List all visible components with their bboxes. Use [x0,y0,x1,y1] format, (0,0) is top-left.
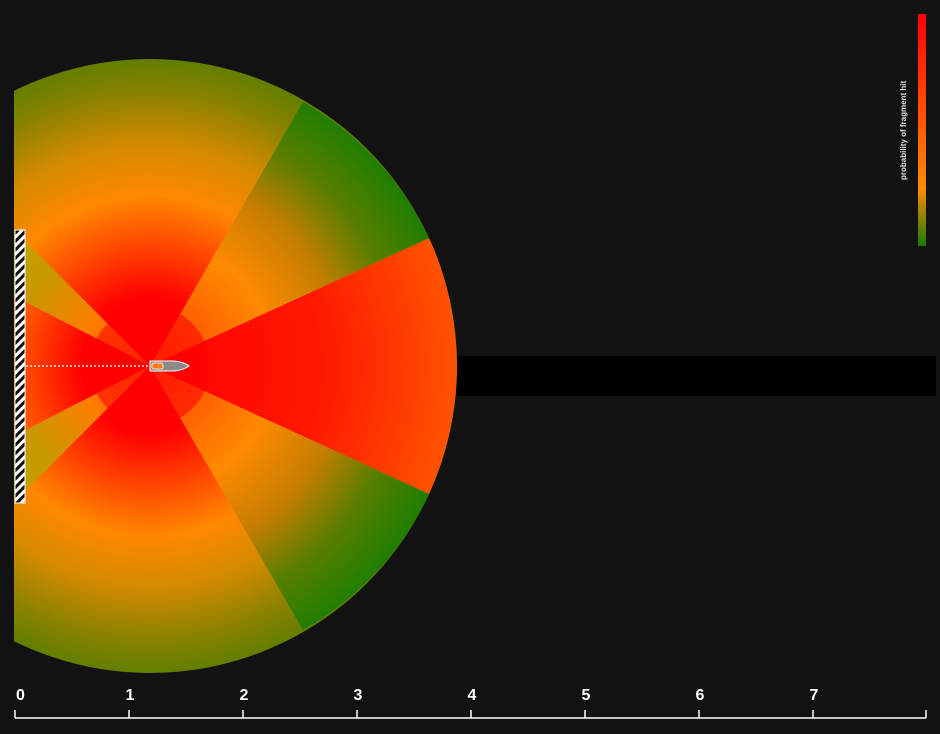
fragment-hit-diagram: probability of fragment hit 0 1 2 3 4 5 6 7 [14,14,936,719]
axis-tick-label: 0 [16,687,25,704]
legend-title: probability of fragment hit [899,81,908,180]
distance-axis: 0 1 2 3 4 5 6 7 [14,687,927,719]
axis-tick-label: 1 [126,687,135,704]
dark-band [456,356,936,396]
legend-color-bar [918,14,926,246]
hatched-wall [14,229,26,504]
axis-tick-label: 7 [810,687,819,704]
axis-tick-label: 3 [354,687,363,704]
axis-tick-label: 4 [468,687,477,704]
projectile-icon [149,360,190,372]
axis-tick-label: 5 [582,687,591,704]
axis-tick-label: 6 [696,687,705,704]
axis-tick-label: 2 [240,687,249,704]
hit-zone [14,59,457,673]
